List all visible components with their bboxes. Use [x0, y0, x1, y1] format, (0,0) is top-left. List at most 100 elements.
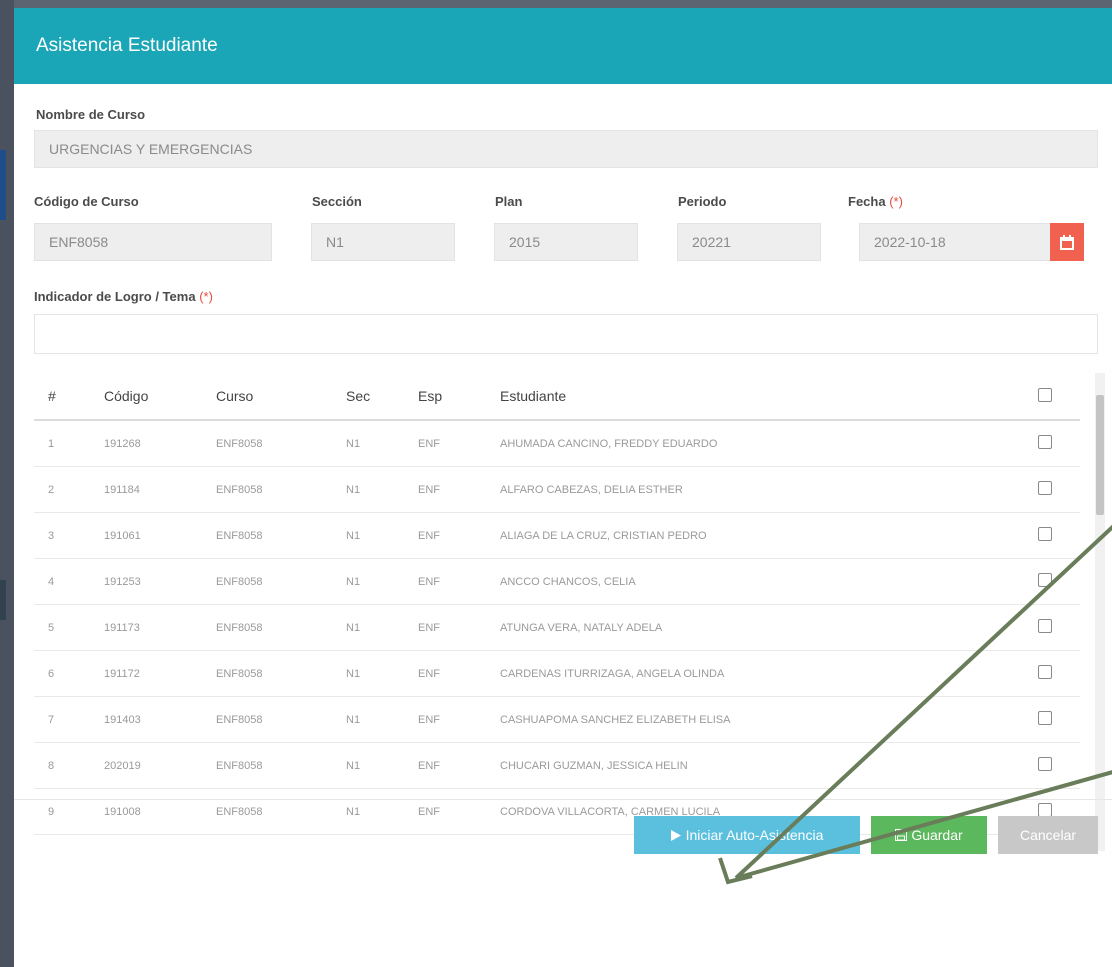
- select-all-checkbox[interactable]: [1038, 387, 1052, 402]
- section-label: Sección: [312, 194, 362, 209]
- calendar-icon: [1060, 234, 1074, 250]
- attendance-checkbox[interactable]: [1038, 619, 1052, 633]
- course-code-label: Código de Curso: [34, 194, 139, 209]
- student-code: 191403: [104, 696, 216, 743]
- table-row[interactable]: 4 191253 ENF8058 N1 ENF ANCCO CHANCOS, CELIA: [34, 558, 1080, 605]
- section: N1: [346, 650, 418, 697]
- specialty: ENF: [418, 788, 500, 835]
- start-auto-attendance-button[interactable]: Iniciar Auto-Asistencia: [634, 816, 860, 854]
- specialty: ENF: [418, 604, 500, 651]
- play-icon: [670, 829, 681, 841]
- student-name: CASHUAPOMA SANCHEZ ELIZABETH ELISA: [500, 696, 1010, 743]
- row-number: 9: [34, 788, 104, 835]
- course-name-field: URGENCIAS Y EMERGENCIAS: [34, 130, 1098, 168]
- section: N1: [346, 512, 418, 559]
- course-code: ENF8058: [216, 788, 346, 835]
- row-number: 5: [34, 604, 104, 651]
- specialty: ENF: [418, 742, 500, 789]
- date-label-text: Fecha: [848, 194, 886, 209]
- indicator-input[interactable]: [34, 314, 1098, 354]
- section: N1: [346, 420, 418, 467]
- save-button[interactable]: Guardar: [871, 816, 987, 854]
- table-row[interactable]: 8 202019 ENF8058 N1 ENF CHUCARI GUZMAN, JESSI…: [34, 742, 1080, 789]
- attendance-checkbox[interactable]: [1038, 711, 1052, 725]
- cancel-label: Cancelar: [1019, 827, 1077, 843]
- start-auto-attendance-label: Iniciar Auto-Asistencia: [685, 827, 824, 843]
- specialty: ENF: [418, 420, 500, 467]
- row-checkbox-cell: [1010, 604, 1080, 651]
- specialty: ENF: [418, 558, 500, 605]
- course-code-field: ENF8058: [34, 223, 272, 261]
- attendance-checkbox[interactable]: [1038, 435, 1052, 449]
- attendance-modal: Asistencia Estudiante Nombre de Curso UR…: [14, 8, 1112, 967]
- student-name: CARDENAS ITURRIZAGA, ANGELA OLINDA: [500, 650, 1010, 697]
- table-row[interactable]: 3 191061 ENF8058 N1 ENF ALIAGA DE LA CRUZ, CR…: [34, 512, 1080, 559]
- indicator-label-text: Indicador de Logro / Tema: [34, 289, 196, 304]
- row-number: 7: [34, 696, 104, 743]
- scrollbar-thumb[interactable]: [1096, 395, 1104, 515]
- required-mark: (*): [199, 289, 213, 304]
- date-label: Fecha (*): [848, 194, 903, 209]
- cancel-button[interactable]: Cancelar: [998, 816, 1098, 854]
- specialty: ENF: [418, 466, 500, 513]
- period-field: 20221: [677, 223, 821, 261]
- save-label: Guardar: [911, 827, 963, 843]
- course-code: ENF8058: [216, 420, 346, 467]
- modal-header: Asistencia Estudiante: [14, 8, 1112, 84]
- attendance-checkbox[interactable]: [1038, 527, 1052, 541]
- student-name: CHUCARI GUZMAN, JESSICA HELIN: [500, 742, 1010, 789]
- indicator-label: Indicador de Logro / Tema (*): [34, 289, 213, 304]
- attendance-checkbox[interactable]: [1038, 665, 1052, 679]
- section-field: N1: [311, 223, 455, 261]
- table-scrollbar[interactable]: [1095, 373, 1105, 851]
- plan-field: 2015: [494, 223, 638, 261]
- header-code[interactable]: Código: [104, 373, 216, 421]
- section: N1: [346, 742, 418, 789]
- header-specialty[interactable]: Esp: [418, 373, 500, 421]
- header-course[interactable]: Curso: [216, 373, 346, 421]
- attendance-checkbox[interactable]: [1038, 757, 1052, 771]
- course-code: ENF8058: [216, 696, 346, 743]
- footer-divider: [14, 799, 1112, 800]
- table-row[interactable]: 1 191268 ENF8058 N1 ENF AHUMADA CANCINO, FRED…: [34, 420, 1080, 467]
- table-row[interactable]: 6 191172 ENF8058 N1 ENF CARDENAS ITURRIZAGA, …: [34, 650, 1080, 697]
- student-code: 191173: [104, 604, 216, 651]
- student-code: 191061: [104, 512, 216, 559]
- student-code: 191172: [104, 650, 216, 697]
- course-code: ENF8058: [216, 742, 346, 789]
- row-number: 3: [34, 512, 104, 559]
- required-mark: (*): [889, 194, 903, 209]
- table-row[interactable]: 7 191403 ENF8058 N1 ENF CASHUAPOMA SANCHEZ EL…: [34, 696, 1080, 743]
- header-student[interactable]: Estudiante: [500, 373, 1010, 421]
- date-field[interactable]: 2022-10-18: [859, 223, 1053, 261]
- student-code: 191268: [104, 420, 216, 467]
- student-name: ALIAGA DE LA CRUZ, CRISTIAN PEDRO: [500, 512, 1010, 559]
- students-table-wrapper: # Código Curso Sec Esp Estudiante 1 19126…: [34, 373, 1080, 849]
- background-element: [0, 580, 6, 620]
- course-code: ENF8058: [216, 650, 346, 697]
- section: N1: [346, 604, 418, 651]
- course-code: ENF8058: [216, 604, 346, 651]
- specialty: ENF: [418, 650, 500, 697]
- table-row[interactable]: 2 191184 ENF8058 N1 ENF ALFARO CABEZAS, DELIA…: [34, 466, 1080, 513]
- row-checkbox-cell: [1010, 558, 1080, 605]
- header-select-all: [1010, 373, 1080, 421]
- period-label: Periodo: [678, 194, 727, 209]
- row-checkbox-cell: [1010, 650, 1080, 697]
- course-code: ENF8058: [216, 558, 346, 605]
- table-row[interactable]: 5 191173 ENF8058 N1 ENF ATUNGA VERA, NATALY A…: [34, 604, 1080, 651]
- calendar-button[interactable]: [1050, 223, 1084, 261]
- attendance-checkbox[interactable]: [1038, 481, 1052, 495]
- header-section[interactable]: Sec: [346, 373, 418, 421]
- specialty: ENF: [418, 512, 500, 559]
- attendance-checkbox[interactable]: [1038, 803, 1052, 817]
- attendance-checkbox[interactable]: [1038, 573, 1052, 587]
- student-name: ATUNGA VERA, NATALY ADELA: [500, 604, 1010, 651]
- specialty: ENF: [418, 696, 500, 743]
- course-name-label: Nombre de Curso: [36, 107, 146, 122]
- student-name: AHUMADA CANCINO, FREDDY EDUARDO: [500, 420, 1010, 467]
- row-checkbox-cell: [1010, 420, 1080, 467]
- section: N1: [346, 788, 418, 835]
- student-code: 191184: [104, 466, 216, 513]
- student-code: 191008: [104, 788, 216, 835]
